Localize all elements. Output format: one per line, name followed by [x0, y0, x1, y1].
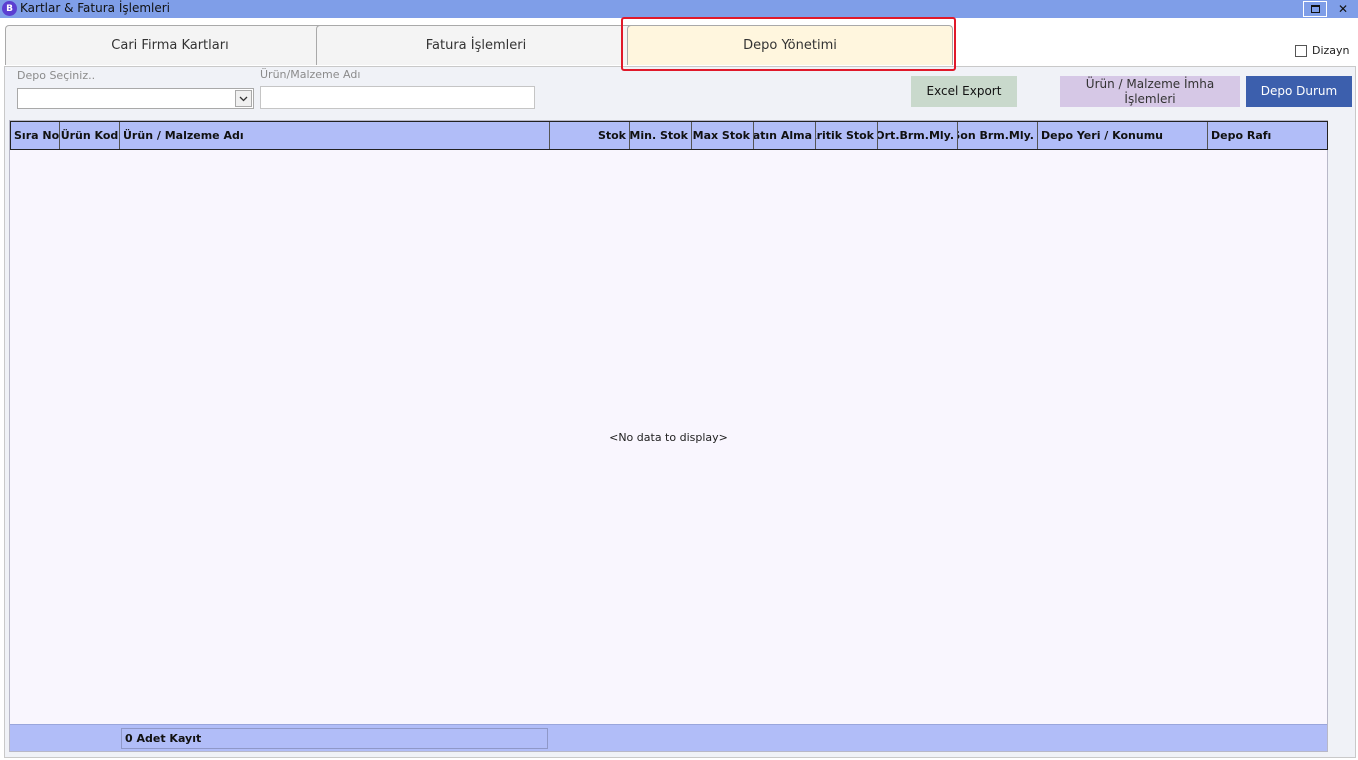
- col-header-urun-kod[interactable]: Ürün Kod: [60, 122, 120, 149]
- tab-label: Depo Yönetimi: [743, 38, 837, 53]
- maximize-button[interactable]: [1303, 1, 1327, 17]
- col-header-kritik-stok[interactable]: Kritik Stok: [816, 122, 878, 149]
- col-header-son-brm-mly[interactable]: Son Brm.Mly.: [958, 122, 1038, 149]
- record-count: 0 Adet Kayıt: [121, 728, 548, 749]
- col-header-min-stok[interactable]: Min. Stok: [630, 122, 692, 149]
- dizayn-label: Dizayn: [1312, 44, 1350, 57]
- tab-label: Cari Firma Kartları: [111, 38, 229, 53]
- window-title: Kartlar & Fatura İşlemleri: [20, 1, 171, 15]
- col-header-urun-adi[interactable]: Ürün / Malzeme Adı: [120, 122, 550, 149]
- tab-cari-firma-kartlari[interactable]: Cari Firma Kartları: [5, 25, 335, 65]
- dizayn-checkbox[interactable]: Dizayn: [1295, 44, 1350, 57]
- depo-select[interactable]: [17, 88, 254, 109]
- title-bar: B Kartlar & Fatura İşlemleri ✕: [0, 0, 1358, 18]
- tab-strip: Cari Firma Kartları Fatura İşlemleri Dep…: [0, 18, 1358, 68]
- depo-select-label: Depo Seçiniz..: [17, 69, 96, 82]
- chevron-down-icon[interactable]: [235, 90, 252, 107]
- grid-header: Sıra No Ürün Kod Ürün / Malzeme Adı Stok…: [10, 121, 1328, 150]
- empty-grid-message: <No data to display>: [609, 431, 728, 444]
- app-logo-icon: B: [2, 1, 17, 16]
- urun-malzeme-label: Ürün/Malzeme Adı: [260, 68, 361, 81]
- checkbox-box[interactable]: [1295, 44, 1307, 57]
- excel-export-button[interactable]: Excel Export: [911, 76, 1017, 107]
- col-header-max-stok[interactable]: Max Stok: [692, 122, 754, 149]
- col-header-sira-no[interactable]: Sıra No: [11, 122, 60, 149]
- tab-label: Fatura İşlemleri: [425, 38, 527, 53]
- depo-durum-button[interactable]: Depo Durum: [1246, 76, 1352, 107]
- tab-fatura-islemleri[interactable]: Fatura İşlemleri: [316, 25, 636, 65]
- imha-islemleri-button[interactable]: Ürün / Malzeme İmha İşlemleri: [1060, 76, 1240, 107]
- col-header-satin-alma[interactable]: Satın Alma: [754, 122, 816, 149]
- col-header-stok[interactable]: Stok: [550, 122, 630, 149]
- col-header-depo-yeri[interactable]: Depo Yeri / Konumu: [1038, 122, 1208, 149]
- urun-malzeme-input[interactable]: [260, 86, 535, 109]
- col-header-depo-rafi[interactable]: Depo Rafı: [1208, 122, 1327, 149]
- col-header-ort-brm-mly[interactable]: Ort.Brm.Mly.: [878, 122, 958, 149]
- tab-depo-yonetimi[interactable]: Depo Yönetimi: [627, 25, 953, 65]
- stock-grid[interactable]: Sıra No Ürün Kod Ürün / Malzeme Adı Stok…: [9, 120, 1328, 752]
- maximize-icon: [1310, 5, 1320, 13]
- close-button[interactable]: ✕: [1330, 0, 1356, 18]
- grid-footer: 0 Adet Kayıt: [10, 724, 1327, 751]
